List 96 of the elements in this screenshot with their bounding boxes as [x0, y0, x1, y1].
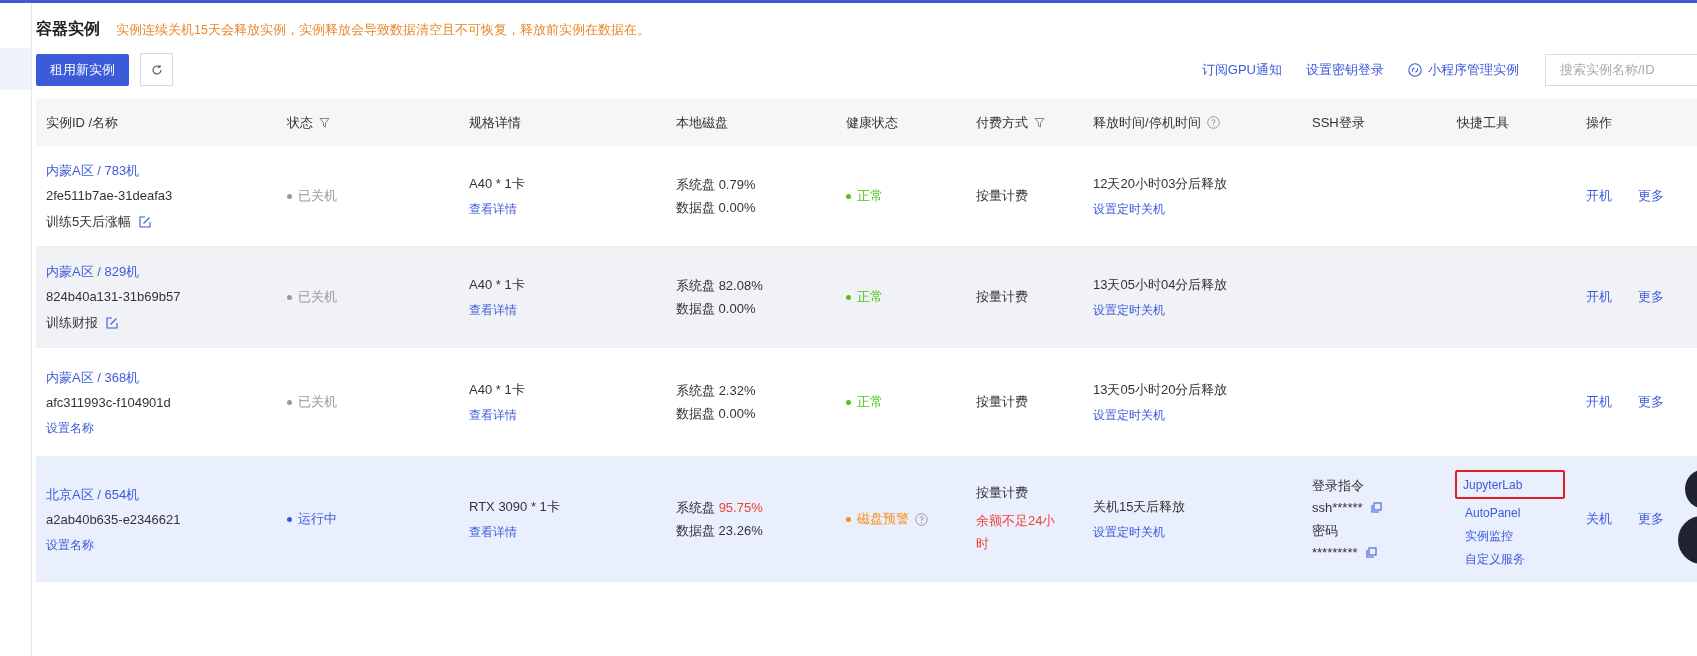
- gpu-spec: A40 * 1卡: [469, 276, 526, 295]
- search-box[interactable]: 搜索实例名称/ID: [1545, 53, 1697, 86]
- filter-icon[interactable]: [1034, 117, 1045, 128]
- edit-icon[interactable]: [139, 215, 152, 228]
- instance-name: 训练财报: [46, 313, 98, 332]
- refresh-icon: [150, 63, 163, 76]
- column-header: 健康状态: [846, 113, 898, 132]
- instance-id: a2ab40b635-e2346621: [46, 511, 182, 529]
- gpu-spec: A40 * 1卡: [469, 175, 526, 194]
- help-icon[interactable]: [1206, 116, 1220, 129]
- system-disk-usage: 系统盘 0.79%: [676, 175, 757, 194]
- password-value: *********: [1312, 544, 1358, 562]
- billing-method: 按量计费: [976, 288, 1029, 307]
- copy-icon[interactable]: [1365, 547, 1377, 559]
- system-disk-usage: 系统盘 82.08%: [676, 276, 764, 295]
- status-label: 运行中: [298, 510, 337, 529]
- region-link[interactable]: 北京A区 / 654机: [46, 484, 277, 504]
- quick-tool-link[interactable]: JupyterLab: [1463, 477, 1523, 492]
- balance-warning: 余额不足24小时: [976, 511, 1057, 553]
- data-disk-usage: 数据盘 23.26%: [676, 522, 764, 540]
- status-label: 已关机: [298, 393, 337, 412]
- toolbar-link[interactable]: 设置密钥登录: [1306, 59, 1384, 80]
- schedule-shutdown-link[interactable]: 设置定时关机: [1093, 522, 1302, 541]
- table-row[interactable]: 北京A区 / 654机 a2ab40b635-e2346621 设置名称 运行中 RTX 3090 * 1卡 查看详情 系统盘 95.75% 数据盘 23.26% 磁盘预警 按量计费 余额不足24小时 关机15天后释放 设置定时关机 登录指令 ssh****** 密码 ********* JupyterLab AutoPanel 实例监控 自定义服务 关机 更多: [36, 457, 1697, 582]
- search-field[interactable]: 搜索实例名称/ID: [1560, 59, 1697, 80]
- health-label: 正常: [857, 187, 883, 206]
- quick-tool-link[interactable]: 实例监控: [1457, 527, 1513, 546]
- health-label: 磁盘预警: [857, 510, 909, 529]
- action-link[interactable]: 开机: [1586, 186, 1612, 206]
- status-label: 已关机: [298, 288, 337, 307]
- instance-id: 2fe511b7ae-31deafa3: [46, 187, 174, 206]
- edit-icon[interactable]: [106, 316, 118, 329]
- column-header: 实例ID /名称: [46, 113, 119, 132]
- data-disk-usage: 数据盘 0.00%: [676, 300, 757, 318]
- release-time: 13天05小时20分后释放: [1093, 381, 1229, 400]
- release-time: 关机15天后释放: [1093, 498, 1187, 517]
- system-disk-usage: 系统盘 2.32%: [676, 381, 757, 400]
- billing-method: 按量计费: [976, 187, 1029, 206]
- set-name-link[interactable]: 设置名称: [46, 418, 277, 437]
- details-link[interactable]: 查看详情: [469, 199, 666, 218]
- health-label: 正常: [857, 393, 883, 412]
- schedule-shutdown-link[interactable]: 设置定时关机: [1093, 405, 1302, 424]
- system-disk-usage: 系统盘 95.75%: [676, 498, 764, 517]
- action-link[interactable]: 更多: [1638, 392, 1664, 412]
- column-header: 规格详情: [469, 113, 521, 132]
- column-header: SSH登录: [1312, 113, 1365, 132]
- set-name-link[interactable]: 设置名称: [46, 535, 277, 554]
- data-disk-usage: 数据盘 0.00%: [676, 199, 757, 217]
- help-icon[interactable]: [915, 512, 928, 526]
- gpu-spec: A40 * 1卡: [469, 381, 526, 400]
- region-link[interactable]: 内蒙A区 / 829机: [46, 261, 277, 282]
- column-header: 本地磁盘: [676, 113, 728, 132]
- instance-name: 训练5天后涨幅: [46, 212, 132, 231]
- toolbar-link[interactable]: 订阅GPU通知: [1201, 59, 1282, 80]
- schedule-shutdown-link[interactable]: 设置定时关机: [1093, 300, 1302, 319]
- rent-new-instance-button[interactable]: 租用新实例: [36, 53, 129, 86]
- quick-tool-link[interactable]: 自定义服务: [1457, 550, 1525, 569]
- copy-icon[interactable]: [1370, 502, 1382, 514]
- region-link[interactable]: 内蒙A区 / 368机: [46, 367, 277, 387]
- region-link[interactable]: 内蒙A区 / 783机: [46, 160, 277, 181]
- status-label: 已关机: [298, 187, 337, 206]
- quick-tool-link[interactable]: AutoPanel: [1457, 504, 1521, 523]
- billing-method: 按量计费: [976, 484, 1029, 503]
- page-title: 容器实例: [36, 19, 100, 39]
- details-link[interactable]: 查看详情: [469, 522, 666, 541]
- column-header: 付费方式: [976, 113, 1028, 132]
- data-disk-usage: 数据盘 0.00%: [676, 405, 757, 423]
- instance-id: 824b40a131-31b69b57: [46, 288, 182, 307]
- column-header: 释放时间/停机时间: [1093, 113, 1201, 132]
- column-header: 状态: [287, 113, 313, 132]
- filter-icon[interactable]: [319, 117, 330, 128]
- action-link[interactable]: 更多: [1638, 509, 1664, 529]
- refresh-button[interactable]: [140, 53, 173, 86]
- password-label: 密码: [1312, 521, 1339, 540]
- action-link[interactable]: 关机: [1586, 509, 1612, 529]
- release-time: 13天05小时04分后释放: [1093, 276, 1229, 295]
- details-link[interactable]: 查看详情: [469, 405, 666, 424]
- gpu-spec: RTX 3090 * 1卡: [469, 498, 561, 517]
- instance-id: afc311993c-f104901d: [46, 394, 172, 412]
- action-link[interactable]: 更多: [1638, 287, 1664, 307]
- action-link[interactable]: 开机: [1586, 392, 1612, 412]
- column-header: 操作: [1586, 113, 1612, 132]
- mini-program-link[interactable]: 小程序管理实例: [1428, 59, 1519, 80]
- billing-method: 按量计费: [976, 393, 1029, 412]
- link-icon: [1408, 62, 1422, 77]
- warning-notice: 实例连续关机15天会释放实例，实例释放会导致数据清空且不可恢复，释放前实例在数据在。: [116, 22, 650, 39]
- login-command-label: 登录指令: [1312, 476, 1365, 495]
- release-time: 12天20小时03分后释放: [1093, 175, 1229, 194]
- ssh-command: ssh******: [1312, 499, 1363, 517]
- health-label: 正常: [857, 288, 883, 307]
- action-link[interactable]: 开机: [1586, 287, 1612, 307]
- details-link[interactable]: 查看详情: [469, 300, 666, 319]
- action-link[interactable]: 更多: [1638, 186, 1664, 206]
- table-row[interactable]: 内蒙A区 / 829机 824b40a131-31b69b57 训练财报 已关机 A40 * 1卡 查看详情 系统盘 82.08% 数据盘 0.00% 正常 按量计费 13天05小时04分后释放 设置定时关机 开机 更多: [36, 247, 1697, 348]
- column-header: 快捷工具: [1457, 113, 1509, 132]
- schedule-shutdown-link[interactable]: 设置定时关机: [1093, 199, 1302, 218]
